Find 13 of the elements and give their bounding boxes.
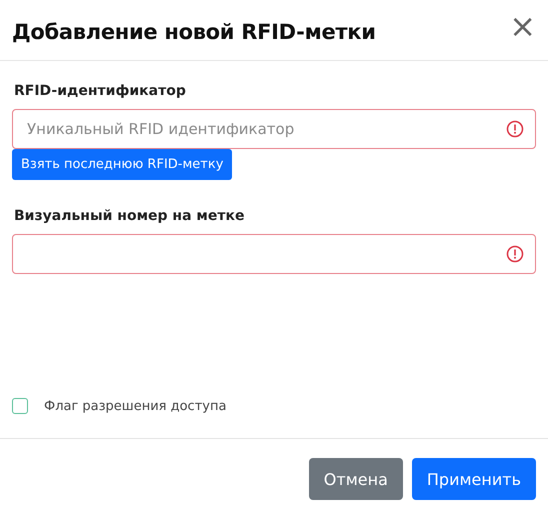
error-icon: [506, 245, 524, 263]
field-label: RFID-идентификатор: [14, 83, 187, 99]
error-icon: [506, 120, 524, 138]
cancel-button[interactable]: Отмена: [308, 458, 403, 500]
checkbox[interactable]: [12, 398, 28, 414]
close-button[interactable]: ×: [509, 14, 536, 38]
field-label: Визуальный номер на метке: [14, 208, 246, 224]
dialog-title: Добавление новой RFID-метки: [12, 20, 376, 44]
input-field[interactable]: [12, 234, 536, 274]
checkbox-label: Флаг разрешения доступа: [44, 398, 226, 414]
take-last-tag-button[interactable]: Взять последнюю RFID-метку: [12, 149, 232, 180]
apply-button[interactable]: Применить: [412, 458, 536, 500]
input-field[interactable]: Уникальный RFID идентификатор: [12, 109, 536, 149]
